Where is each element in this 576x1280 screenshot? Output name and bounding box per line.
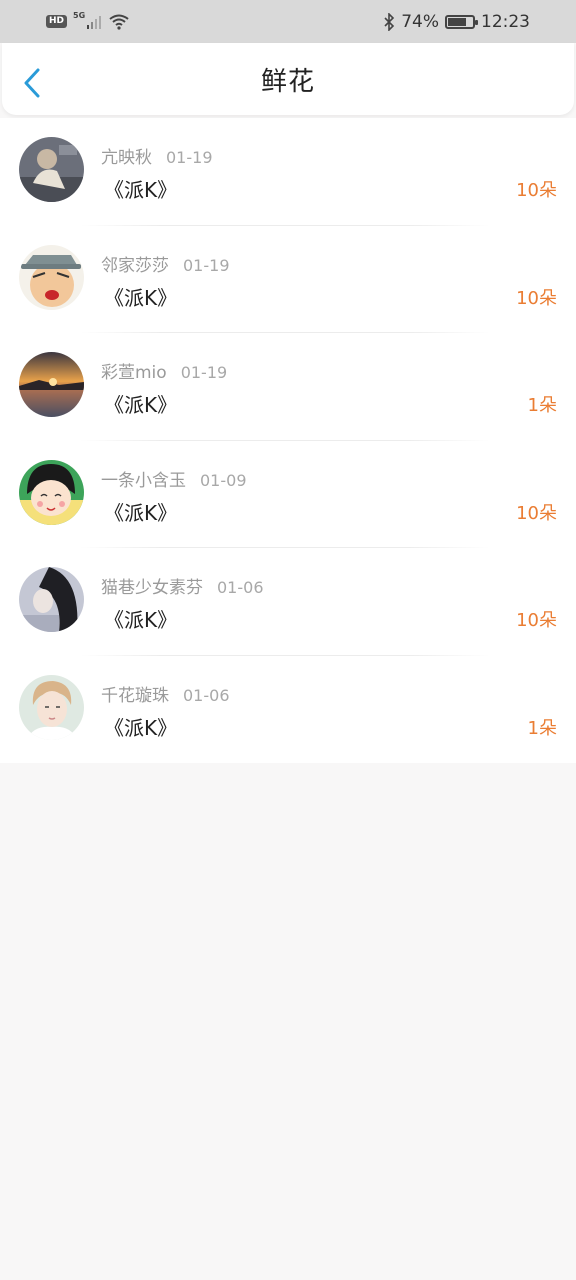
- user-avatar[interactable]: [19, 137, 84, 202]
- list-item[interactable]: 彩萱mio 01-19 《派K》 1朵: [0, 333, 576, 441]
- item-title: 《派K》: [104, 285, 178, 310]
- item-title: 《派K》: [104, 715, 178, 740]
- user-name: 邻家莎莎: [101, 255, 169, 276]
- user-avatar[interactable]: [19, 244, 84, 310]
- item-date: 01-19: [166, 148, 213, 167]
- user-avatar[interactable]: [19, 674, 84, 740]
- signal-icon: [87, 15, 102, 29]
- flower-count: 10朵: [516, 287, 557, 309]
- user-name: 一条小含玉: [101, 470, 186, 491]
- network-type: 5G: [73, 11, 86, 20]
- item-meta: 千花璇珠 01-06: [101, 681, 230, 706]
- list-item[interactable]: 亢映秋 01-19 《派K》 10朵: [0, 118, 576, 226]
- item-title: 《派K》: [104, 393, 178, 417]
- user-name: 彩萱mio: [101, 363, 167, 383]
- chevron-left-icon: [24, 68, 40, 98]
- bluetooth-icon: [384, 12, 395, 31]
- item-date: 01-19: [180, 363, 228, 382]
- flower-count: 10朵: [516, 610, 557, 631]
- flower-count: 10朵: [516, 180, 557, 201]
- flower-count: 1朵: [527, 717, 557, 739]
- item-date: 01-19: [183, 255, 230, 275]
- status-left: HD 5G: [46, 11, 129, 30]
- item-date: 01-06: [183, 685, 230, 705]
- list-item[interactable]: 一条小含玉 01-09 《派K》 10朵: [0, 441, 576, 548]
- user-avatar[interactable]: [19, 459, 84, 525]
- user-name: 猫巷少女素芬: [101, 578, 203, 598]
- item-date: 01-06: [217, 578, 264, 597]
- list-item[interactable]: 邻家莎莎 01-19 《派K》 10朵: [0, 226, 576, 333]
- flower-count: 10朵: [516, 502, 557, 524]
- hd-badge: HD: [46, 15, 68, 28]
- status-right: 74% 12:23: [383, 12, 530, 32]
- item-meta: 猫巷少女素芬 01-06: [101, 573, 264, 598]
- item-meta: 邻家莎莎 01-19: [101, 251, 230, 276]
- app-header: 鲜花: [2, 43, 574, 115]
- wifi-icon: [109, 14, 129, 30]
- battery-percent: 74%: [401, 11, 439, 32]
- flower-list: 亢映秋 01-19 《派K》 10朵 邻家莎莎 01-19 《派K》 10朵 彩…: [0, 118, 576, 763]
- list-item[interactable]: 猫巷少女素芬 01-06 《派K》 10朵: [0, 548, 576, 656]
- item-meta: 亢映秋 01-19: [101, 143, 213, 168]
- item-meta: 彩萱mio 01-19: [101, 358, 227, 383]
- user-avatar[interactable]: [19, 352, 84, 417]
- user-avatar[interactable]: [19, 567, 84, 632]
- user-name: 千花璇珠: [101, 685, 169, 706]
- item-date: 01-09: [200, 470, 247, 490]
- list-item[interactable]: 千花璇珠 01-06 《派K》 1朵: [0, 656, 576, 764]
- item-title: 《派K》: [104, 608, 178, 632]
- item-meta: 一条小含玉 01-09: [101, 466, 247, 491]
- battery-icon: [445, 14, 478, 29]
- item-title: 《派K》: [104, 178, 178, 202]
- status-bar: HD 5G 74% 12:23: [0, 0, 576, 43]
- user-name: 亢映秋: [101, 148, 152, 168]
- back-button[interactable]: [20, 67, 44, 99]
- clock: 12:23: [481, 11, 530, 32]
- page-title: 鲜花: [260, 66, 315, 97]
- flower-count: 1朵: [527, 395, 557, 416]
- item-title: 《派K》: [104, 500, 178, 525]
